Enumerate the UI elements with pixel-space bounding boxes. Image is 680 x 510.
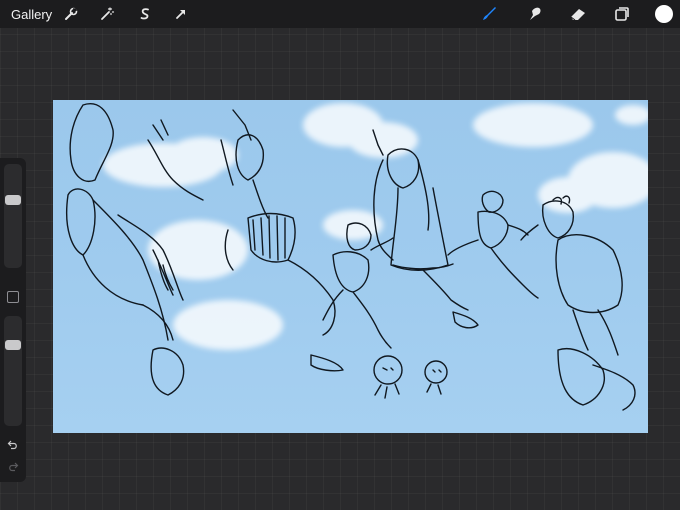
transform-arrow-icon[interactable] [170,3,192,25]
color-swatch[interactable] [655,5,673,23]
gallery-button[interactable]: Gallery [11,7,52,22]
sidebar [0,158,26,482]
brush-size-slider[interactable] [4,164,22,268]
brush-size-thumb[interactable] [5,195,21,205]
magic-wand-icon[interactable] [96,3,118,25]
opacity-slider[interactable] [4,316,22,426]
eraser-icon[interactable] [567,3,589,25]
redo-icon[interactable] [5,460,21,474]
sketch-artwork [66,103,648,411]
layers-icon[interactable] [611,3,633,25]
opacity-thumb[interactable] [5,340,21,350]
modify-square-icon[interactable] [7,291,19,303]
wrench-icon[interactable] [60,3,82,25]
drawing-canvas[interactable] [53,100,648,433]
brush-icon[interactable] [478,3,500,25]
undo-icon[interactable] [5,438,21,452]
selection-s-icon[interactable] [134,3,156,25]
smudge-icon[interactable] [524,3,546,25]
